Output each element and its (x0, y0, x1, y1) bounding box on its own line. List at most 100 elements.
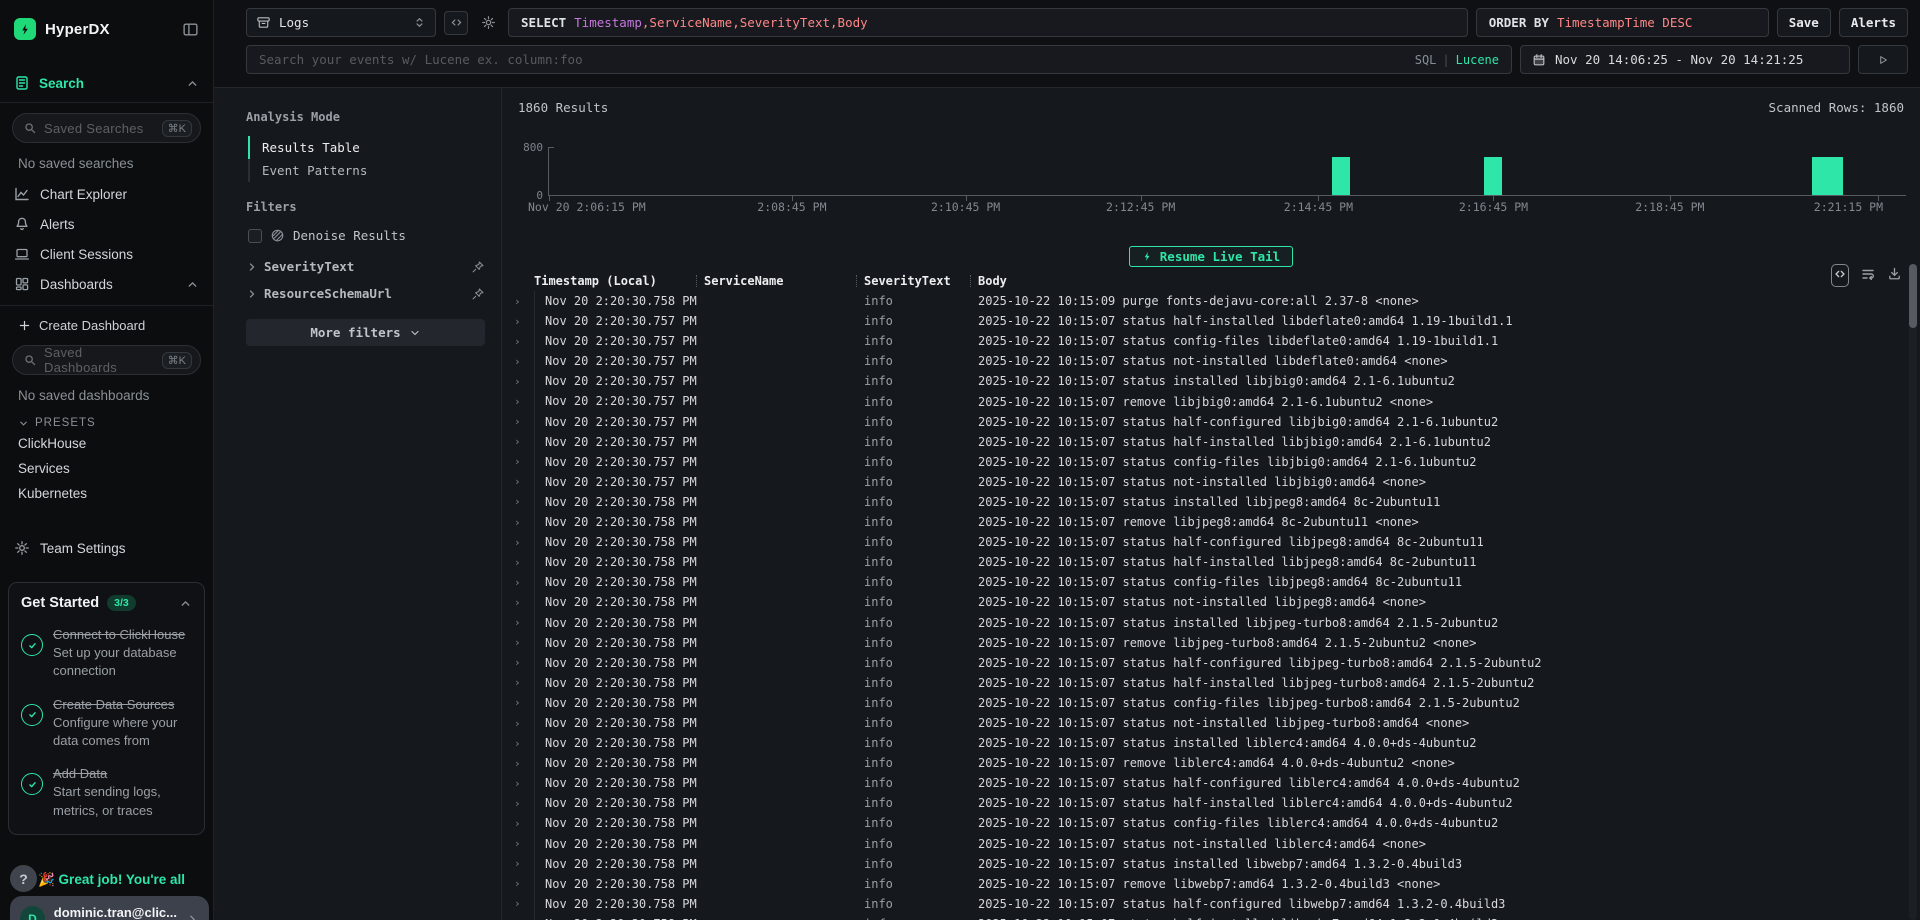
sidebar-item-dashboards[interactable]: Dashboards (0, 269, 213, 299)
expand-row-icon[interactable]: › (502, 737, 534, 750)
table-row[interactable]: ›Nov 20 2:20:30.757 PMinfo2025-10-22 10:… (502, 351, 1920, 371)
table-row[interactable]: ›Nov 20 2:20:30.758 PMinfo2025-10-22 10:… (502, 613, 1920, 633)
mode-lucene-toggle[interactable]: Lucene (1456, 53, 1499, 67)
preset-item-clickhouse[interactable]: ClickHouse (0, 431, 213, 456)
sidebar-item-chart-explorer[interactable]: Chart Explorer (0, 179, 213, 209)
table-row[interactable]: ›Nov 20 2:20:30.758 PMinfo2025-10-22 10:… (502, 793, 1920, 813)
col-header-severitytext[interactable]: SeverityText (864, 274, 978, 288)
analysis-mode-results-table[interactable]: Results Table (248, 136, 485, 159)
table-row[interactable]: ›Nov 20 2:20:30.757 PMinfo2025-10-22 10:… (502, 371, 1920, 391)
filter-group-resourceschemaurl[interactable]: ResourceSchemaUrl (246, 276, 485, 303)
events-histogram[interactable]: 800 0 Nov 20 2:06:15 PM2:08:45 PM2:10:45… (548, 147, 1906, 196)
saved-dashboards-input[interactable]: Saved Dashboards ⌘K (12, 345, 201, 375)
table-row[interactable]: ›Nov 20 2:20:30.758 PMinfo2025-10-22 10:… (502, 592, 1920, 612)
alerts-button[interactable]: Alerts (1839, 8, 1908, 37)
table-row[interactable]: ›Nov 20 2:20:30.758 PMinfo2025-10-22 10:… (502, 914, 1920, 920)
user-menu[interactable]: D dominic.tran@clic... dominic.tran@clic… (10, 896, 209, 920)
expand-row-icon[interactable]: › (502, 897, 534, 910)
expand-row-icon[interactable]: › (502, 857, 534, 870)
expand-row-icon[interactable]: › (502, 837, 534, 850)
save-button[interactable]: Save (1777, 8, 1831, 37)
table-row[interactable]: ›Nov 20 2:20:30.758 PMinfo2025-10-22 10:… (502, 874, 1920, 894)
expand-row-icon[interactable]: › (502, 676, 534, 689)
run-query-button[interactable] (1858, 45, 1908, 74)
code-view-icon[interactable] (444, 11, 468, 35)
expand-row-icon[interactable]: › (502, 556, 534, 569)
table-row[interactable]: ›Nov 20 2:20:30.758 PMinfo2025-10-22 10:… (502, 713, 1920, 733)
col-header-servicename[interactable]: ServiceName (704, 274, 864, 288)
expand-row-icon[interactable]: › (502, 817, 534, 830)
table-row[interactable]: ›Nov 20 2:20:30.758 PMinfo2025-10-22 10:… (502, 653, 1920, 673)
preset-item-kubernetes[interactable]: Kubernetes (0, 481, 213, 506)
sidebar-item-team-settings[interactable]: Team Settings (0, 532, 213, 564)
expand-row-icon[interactable]: › (502, 616, 534, 629)
preset-item-services[interactable]: Services (0, 456, 213, 481)
expand-row-icon[interactable]: › (502, 295, 534, 308)
table-row[interactable]: ›Nov 20 2:20:30.758 PMinfo2025-10-22 10:… (502, 512, 1920, 532)
expand-row-icon[interactable]: › (502, 717, 534, 730)
table-row[interactable]: ›Nov 20 2:20:30.758 PMinfo2025-10-22 10:… (502, 693, 1920, 713)
filter-group-severitytext[interactable]: SeverityText (246, 249, 485, 276)
col-header-body[interactable]: Body (978, 274, 1920, 288)
table-row[interactable]: ›Nov 20 2:20:30.757 PMinfo2025-10-22 10:… (502, 331, 1920, 351)
expand-row-icon[interactable]: › (502, 315, 534, 328)
sidebar-item-search[interactable]: Search (0, 66, 213, 103)
sidebar-item-client-sessions[interactable]: Client Sessions (0, 239, 213, 269)
chevron-up-icon[interactable] (179, 597, 192, 610)
col-header-timestamp[interactable]: Timestamp (Local) (534, 274, 704, 288)
search-input[interactable]: Search your events w/ Lucene ex. column:… (246, 45, 1512, 74)
table-row[interactable]: ›Nov 20 2:20:30.758 PMinfo2025-10-22 10:… (502, 673, 1920, 693)
table-row[interactable]: ›Nov 20 2:20:30.758 PMinfo2025-10-22 10:… (502, 633, 1920, 653)
chevron-up-icon[interactable] (186, 77, 199, 90)
date-range-picker[interactable]: Nov 20 14:06:25 - Nov 20 14:21:25 (1520, 45, 1850, 74)
expand-row-icon[interactable]: › (502, 475, 534, 488)
table-row[interactable]: ›Nov 20 2:20:30.758 PMinfo2025-10-22 10:… (502, 773, 1920, 793)
table-row[interactable]: ›Nov 20 2:20:30.757 PMinfo2025-10-22 10:… (502, 311, 1920, 331)
source-select[interactable]: Logs (246, 8, 436, 37)
expand-row-icon[interactable]: › (502, 495, 534, 508)
expand-row-icon[interactable]: › (502, 877, 534, 890)
table-row[interactable]: ›Nov 20 2:20:30.758 PMinfo2025-10-22 10:… (502, 813, 1920, 833)
table-row[interactable]: ›Nov 20 2:20:30.757 PMinfo2025-10-22 10:… (502, 412, 1920, 432)
sidebar-item-alerts[interactable]: Alerts (0, 209, 213, 239)
expand-row-icon[interactable]: › (502, 415, 534, 428)
mode-sql-toggle[interactable]: SQL (1415, 53, 1437, 67)
scrollbar-thumb[interactable] (1909, 264, 1917, 328)
expand-row-icon[interactable]: › (502, 777, 534, 790)
expand-row-icon[interactable]: › (502, 797, 534, 810)
create-dashboard-button[interactable]: Create Dashboard (0, 306, 213, 335)
analysis-mode-event-patterns[interactable]: Event Patterns (250, 159, 485, 182)
saved-searches-input[interactable]: Saved Searches ⌘K (12, 113, 201, 143)
column-resize-handle[interactable] (970, 275, 971, 287)
expand-row-icon[interactable]: › (502, 395, 534, 408)
expand-row-icon[interactable]: › (502, 696, 534, 709)
expand-row-icon[interactable]: › (502, 455, 534, 468)
expand-row-icon[interactable]: › (502, 536, 534, 549)
table-row[interactable]: ›Nov 20 2:20:30.758 PMinfo2025-10-22 10:… (502, 572, 1920, 592)
more-filters-button[interactable]: More filters (246, 319, 485, 346)
expand-row-icon[interactable]: › (502, 355, 534, 368)
table-row[interactable]: ›Nov 20 2:20:30.757 PMinfo2025-10-22 10:… (502, 432, 1920, 452)
histogram-bar[interactable] (1812, 157, 1843, 195)
source-settings-gear-icon[interactable] (476, 11, 500, 35)
order-by-input[interactable]: ORDER BY TimestampTime DESC (1476, 8, 1769, 37)
table-scrollbar[interactable] (1909, 264, 1917, 920)
expand-row-icon[interactable]: › (502, 435, 534, 448)
expand-row-icon[interactable]: › (502, 636, 534, 649)
table-row[interactable]: ›Nov 20 2:20:30.758 PMinfo2025-10-22 10:… (502, 753, 1920, 773)
expand-row-icon[interactable]: › (502, 656, 534, 669)
table-row[interactable]: ›Nov 20 2:20:30.758 PMinfo2025-10-22 10:… (502, 854, 1920, 874)
table-row[interactable]: ›Nov 20 2:20:30.758 PMinfo2025-10-22 10:… (502, 291, 1920, 311)
histogram-bar[interactable] (1332, 157, 1350, 195)
histogram-bar[interactable] (1484, 157, 1502, 195)
table-row[interactable]: ›Nov 20 2:20:30.758 PMinfo2025-10-22 10:… (502, 834, 1920, 854)
expand-row-icon[interactable]: › (502, 375, 534, 388)
table-row[interactable]: ›Nov 20 2:20:30.758 PMinfo2025-10-22 10:… (502, 894, 1920, 914)
expand-row-icon[interactable]: › (502, 596, 534, 609)
expand-row-icon[interactable]: › (502, 516, 534, 529)
table-row[interactable]: ›Nov 20 2:20:30.757 PMinfo2025-10-22 10:… (502, 452, 1920, 472)
presets-toggle[interactable]: PRESETS (0, 405, 213, 431)
table-row[interactable]: ›Nov 20 2:20:30.758 PMinfo2025-10-22 10:… (502, 733, 1920, 753)
column-resize-handle[interactable] (696, 275, 697, 287)
column-resize-handle[interactable] (856, 275, 857, 287)
